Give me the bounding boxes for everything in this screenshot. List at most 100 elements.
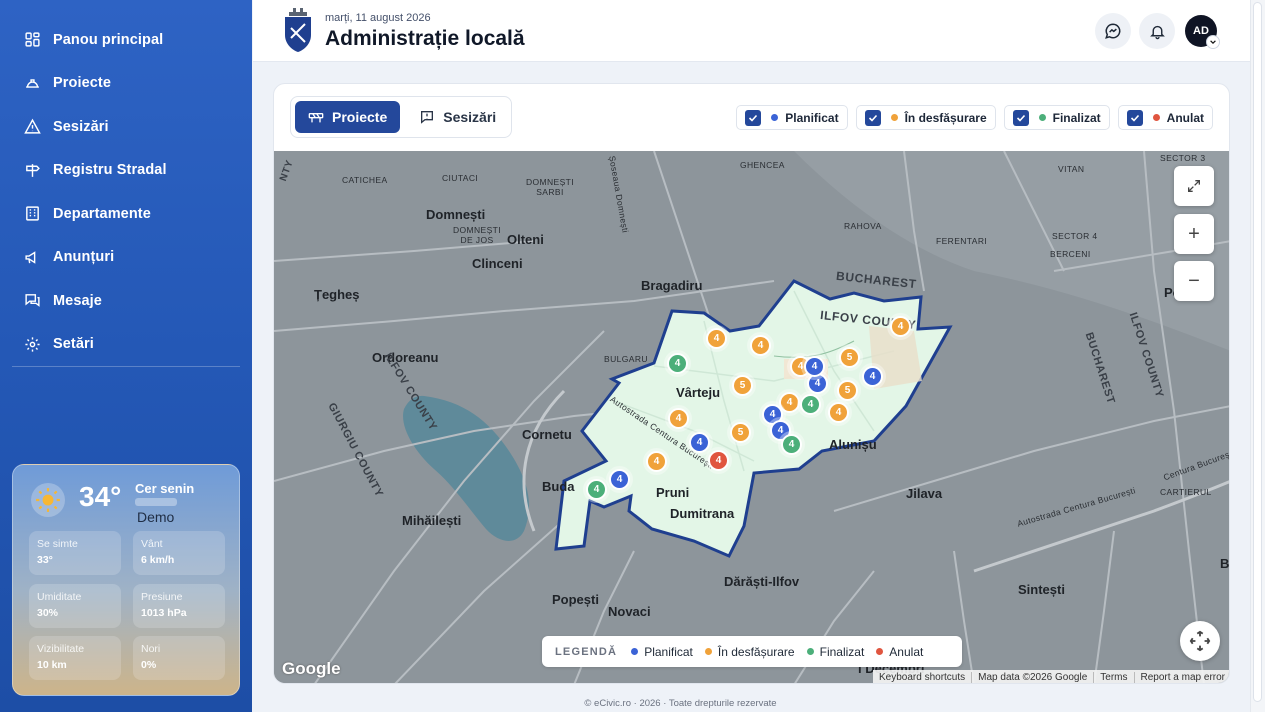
map-label: BULGARU	[604, 354, 648, 364]
map-view[interactable]: GHENCEA SECTOR 3 CATICHEA CIUTACI DOMNEȘ…	[274, 151, 1229, 683]
report-error-link[interactable]: Report a map error	[1135, 672, 1229, 683]
fullscreen-button[interactable]	[1174, 166, 1214, 206]
weather-cell-value: 30%	[37, 607, 59, 619]
zoom-in-button[interactable]: +	[1174, 214, 1214, 254]
checkbox-checked[interactable]	[864, 109, 881, 126]
weather-cell-value: 33°	[37, 554, 53, 566]
map-label: Clinceni	[472, 256, 523, 271]
sidebar-item-label: Anunțuri	[53, 249, 115, 266]
weather-cell-label: Presiune	[141, 591, 183, 603]
project-marker[interactable]: 4	[781, 434, 802, 455]
status-dot	[890, 114, 898, 121]
map-label: SECTOR 3	[1160, 153, 1206, 163]
project-marker[interactable]: 4	[750, 335, 771, 356]
bell-icon	[1149, 25, 1165, 39]
keyboard-shortcuts-link[interactable]: Keyboard shortcuts	[873, 672, 973, 683]
map-label: Vârteju	[676, 385, 721, 400]
project-marker[interactable]: 4	[646, 451, 667, 472]
checkbox-checked[interactable]	[1012, 109, 1029, 126]
sidebar-item-announcements[interactable]: Anunțuri	[12, 236, 240, 280]
sidebar-item-departments[interactable]: Departamente	[12, 192, 240, 236]
weather-clouds: Nori 0%	[133, 636, 225, 680]
sidebar: Panou principal Proiecte Sesizări Regist…	[0, 0, 252, 712]
checkbox-checked[interactable]	[745, 109, 762, 126]
messages-icon	[25, 294, 40, 308]
map-label: Țegheș	[314, 287, 360, 302]
weather-cell-value: 6 km/h	[141, 554, 175, 566]
tab-reports[interactable]: Sesizări	[406, 101, 509, 133]
status-dot	[876, 648, 884, 655]
footer-text: © eCivic.ro · 2026 · Toate drepturile re…	[584, 698, 777, 709]
recenter-button[interactable]	[1180, 621, 1220, 661]
map-label: DOMNEȘTI DE JOS	[452, 225, 502, 245]
map-label: Pruni	[656, 485, 690, 500]
project-marker[interactable]: 4	[706, 328, 727, 349]
project-marker[interactable]: 5	[730, 422, 751, 443]
top-header: marți, 11 august 2026 Administrație loca…	[253, 0, 1250, 62]
filter-finished[interactable]: Finalizat	[1003, 105, 1110, 130]
project-marker[interactable]: 4	[804, 356, 825, 377]
project-marker[interactable]: 4	[586, 479, 607, 500]
project-marker[interactable]: 4	[800, 394, 821, 415]
zoom-out-button[interactable]: −	[1174, 261, 1214, 301]
project-marker[interactable]: 4	[708, 450, 729, 471]
project-marker[interactable]: 4	[862, 366, 883, 387]
megaphone-icon	[25, 251, 36, 264]
sidebar-item-label: Proiecte	[53, 75, 112, 92]
weather-wind: Vânt 6 km/h	[133, 531, 225, 575]
helmet-icon	[26, 79, 39, 88]
sidebar-item-street-registry[interactable]: Registru Stradal	[12, 149, 240, 193]
sidebar-item-label: Mesaje	[53, 292, 102, 309]
weather-pressure: Presiune 1013 hPa	[133, 584, 225, 628]
project-marker[interactable]: 5	[839, 347, 860, 368]
map-label: RAHOVA	[844, 221, 882, 231]
map-label: CATICHEA	[342, 175, 388, 185]
sidebar-item-projects[interactable]: Proiecte	[12, 62, 240, 106]
project-marker[interactable]: 5	[837, 380, 858, 401]
project-marker[interactable]: 4	[890, 316, 911, 337]
map-label: BERCENI	[1050, 249, 1091, 259]
weather-cell-value: 1013 hPa	[141, 607, 187, 619]
project-marker[interactable]: 5	[732, 375, 753, 396]
weather-cell-value: 0%	[141, 659, 157, 671]
messenger-icon	[1105, 23, 1121, 39]
terms-link[interactable]: Terms	[1094, 672, 1135, 683]
map-label: Buda	[542, 479, 575, 494]
project-marker[interactable]: 4	[668, 408, 689, 429]
sidebar-item-settings[interactable]: Setări	[12, 323, 240, 367]
dashboard-icon	[25, 32, 40, 47]
scrollbar-thumb[interactable]	[1253, 2, 1262, 702]
tab-projects[interactable]: Proiecte	[295, 101, 401, 133]
project-marker[interactable]: 4	[667, 353, 688, 374]
notifications-button[interactable]	[1139, 13, 1175, 49]
project-marker[interactable]: 4	[609, 469, 630, 490]
legend-item-cancelled: Anulat	[876, 645, 923, 659]
map-label: Domnești	[426, 207, 486, 222]
map-label: CARTIERUL	[1160, 487, 1212, 497]
filter-label: Anulat	[1166, 110, 1204, 125]
project-marker[interactable]: 4	[689, 432, 710, 453]
project-marker[interactable]: 4	[828, 402, 849, 423]
filter-in-progress[interactable]: În desfășurare	[855, 105, 996, 130]
filter-planned[interactable]: Planificat	[736, 105, 848, 130]
legend-label: Planificat	[644, 644, 693, 659]
status-dot	[704, 648, 712, 655]
sidebar-item-label: Setări	[53, 336, 94, 353]
sidebar-item-messages[interactable]: Mesaje	[12, 279, 240, 323]
legend-item-finished: Finalizat	[806, 645, 864, 659]
checkbox-checked[interactable]	[1126, 109, 1143, 126]
map-label: Cornetu	[522, 427, 572, 442]
map-label: VITAN	[1058, 164, 1085, 174]
weather-cell-label: Nori	[141, 643, 161, 655]
map-label: SECTOR 4	[1052, 231, 1098, 241]
sidebar-item-dashboard[interactable]: Panou principal	[12, 18, 240, 62]
filter-cancelled[interactable]: Anulat	[1117, 105, 1213, 130]
chat-button[interactable]	[1095, 13, 1131, 49]
sidebar-item-reports[interactable]: Sesizări	[12, 105, 240, 149]
chevron-down-icon[interactable]	[1206, 35, 1220, 49]
map-label: Jilava	[906, 486, 943, 501]
weather-description: Cer senin	[135, 481, 195, 496]
weather-feels-like: Se simte 33°	[29, 531, 121, 575]
map-label: FERENTARI	[936, 236, 988, 246]
status-dot	[771, 114, 779, 121]
